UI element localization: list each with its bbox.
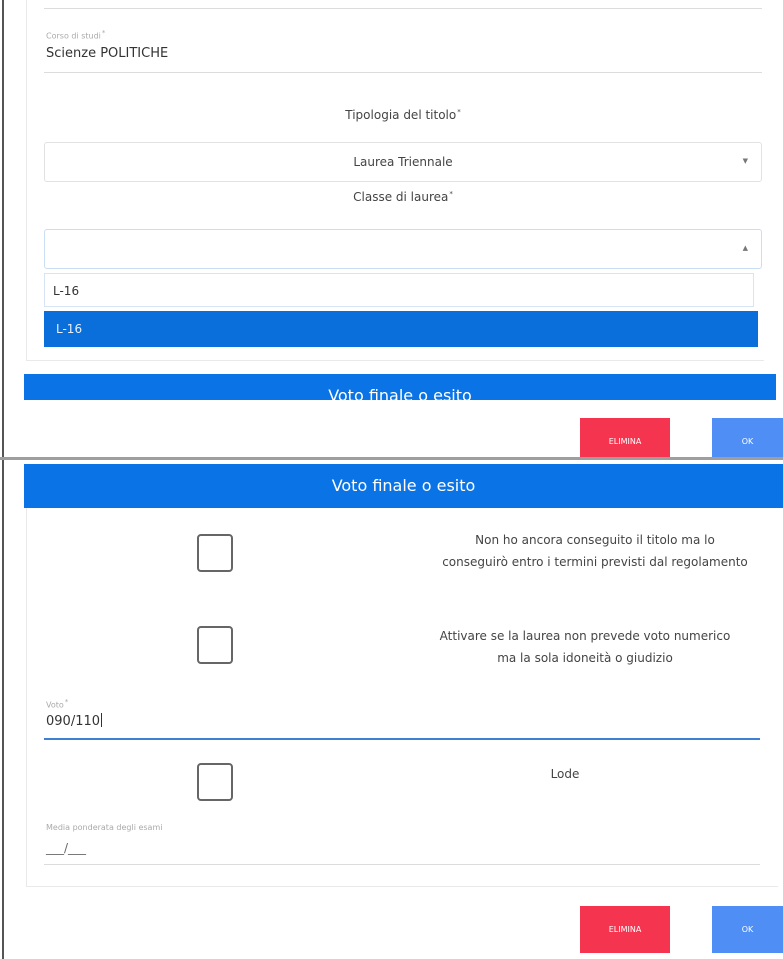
- classe-label: Classe di laurea*: [353, 190, 453, 204]
- voto-label: Voto*: [46, 698, 69, 710]
- card-bottom-edge: [26, 886, 778, 887]
- corso-label: Corso di studi*: [46, 29, 106, 41]
- classe-search-input[interactable]: L-16: [44, 273, 754, 307]
- caret-up-icon: ▲: [742, 244, 748, 252]
- corso-underline: [44, 72, 762, 73]
- lode-label: Lode: [550, 767, 580, 781]
- media-label: Media ponderata degli esami: [46, 823, 163, 832]
- delete-button[interactable]: ELIMINA: [580, 418, 670, 457]
- left-border: [2, 460, 4, 959]
- text-cursor: [101, 713, 103, 727]
- not-yet-graduated-text: Non ho ancora conseguito il titolo ma lo…: [442, 533, 748, 569]
- ok-button[interactable]: OK: [712, 418, 783, 457]
- degree-form-top-panel: Corso di studi* Scienze POLITICHE Tipolo…: [0, 0, 783, 457]
- section-title-bar: Voto finale o esito: [24, 464, 783, 508]
- tipologia-selected-value: Laurea Triennale: [353, 155, 453, 169]
- card-bottom-edge: [26, 360, 764, 361]
- partial-section-header: Voto finale o esito: [24, 374, 776, 405]
- caret-down-icon: ▼: [742, 157, 748, 165]
- left-border: [2, 0, 4, 457]
- previous-field-underline: [44, 8, 762, 9]
- lode-checkbox[interactable]: [197, 763, 233, 801]
- tipologia-label: Tipologia del titolo*: [345, 108, 461, 122]
- classe-select[interactable]: ▲: [44, 229, 762, 269]
- voto-input[interactable]: 090/110: [46, 713, 103, 729]
- media-underline: [44, 864, 760, 865]
- card-left-edge: [26, 0, 27, 360]
- tipologia-select[interactable]: Laurea Triennale ▼: [44, 142, 762, 182]
- media-input[interactable]: ___/___: [46, 841, 86, 855]
- voto-underline-focused: [44, 738, 760, 740]
- no-numeric-grade-text: Attivare se la laurea non prevede voto n…: [439, 629, 731, 665]
- no-numeric-grade-checkbox[interactable]: [197, 626, 233, 664]
- classe-option-selected[interactable]: L-16: [44, 311, 758, 347]
- corso-value[interactable]: Scienze POLITICHE: [46, 46, 168, 61]
- not-yet-graduated-checkbox[interactable]: [197, 534, 233, 572]
- card-left-edge: [26, 508, 27, 886]
- degree-form-bottom-panel: Voto finale o esito Non ho ancora conseg…: [0, 460, 783, 959]
- delete-button[interactable]: ELIMINA: [580, 906, 670, 953]
- ok-button[interactable]: OK: [712, 906, 783, 953]
